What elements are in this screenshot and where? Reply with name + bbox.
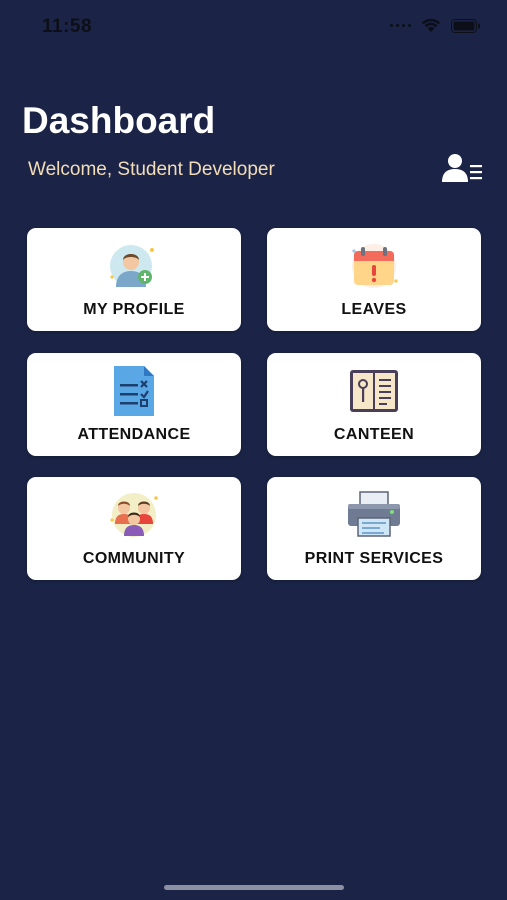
- menu-book-icon: [344, 365, 404, 417]
- user-menu-button[interactable]: [440, 153, 484, 185]
- calendar-icon: [344, 240, 404, 292]
- tile-canteen[interactable]: CANTEEN: [267, 353, 481, 456]
- tile-label: PRINT SERVICES: [304, 550, 444, 567]
- tile-my-profile[interactable]: MY PROFILE: [27, 228, 241, 331]
- tile-print-services[interactable]: PRINT SERVICES: [267, 477, 481, 580]
- checklist-icon: [104, 365, 164, 417]
- user-menu-icon: [442, 154, 482, 182]
- status-time: 11:58: [42, 16, 93, 37]
- tile-label: CANTEEN: [333, 426, 415, 443]
- page-title: Dashboard: [22, 100, 216, 141]
- tile-community[interactable]: COMMUNITY: [27, 477, 241, 580]
- tile-attendance[interactable]: ATTENDANCE: [27, 353, 241, 456]
- home-indicator[interactable]: [164, 885, 344, 890]
- status-bar: 11:58: [0, 0, 507, 50]
- profile-icon: [104, 240, 164, 292]
- wifi-icon: [421, 18, 441, 32]
- tile-label: ATTENDANCE: [77, 426, 191, 443]
- tile-label: LEAVES: [341, 301, 407, 318]
- battery-icon: [451, 18, 480, 33]
- tile-label: MY PROFILE: [83, 301, 185, 318]
- tile-leaves[interactable]: LEAVES: [267, 228, 481, 331]
- printer-icon: [344, 489, 404, 541]
- welcome-text: Welcome, Student Developer: [28, 159, 275, 180]
- signal-icon: [390, 24, 411, 27]
- status-icons: [390, 18, 481, 33]
- tile-label: COMMUNITY: [82, 550, 186, 567]
- community-icon: [104, 489, 164, 541]
